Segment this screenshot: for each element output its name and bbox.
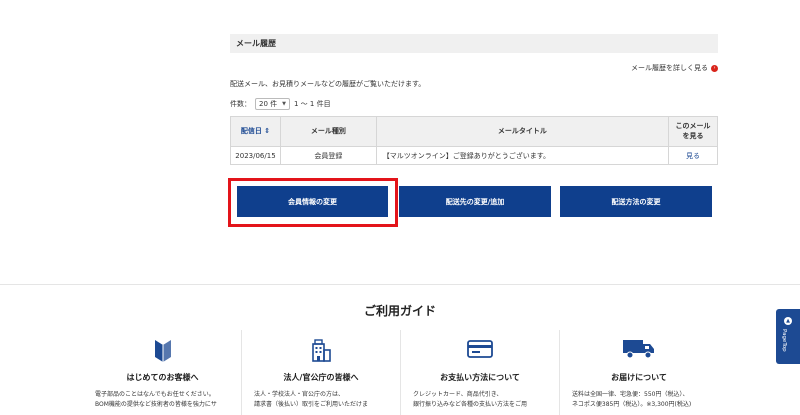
table-row: 2023/06/15 会員登録 【マルツオンライン】ご登録ありがとうございます。… <box>230 146 718 165</box>
row-date: 2023/06/15 <box>230 146 281 165</box>
guide-beginner-text: 電子部品のことはなんでもお任せください。 BOM機能の提供など技術者の皆様を強力… <box>95 390 238 410</box>
mail-history-section: メール履歴 メール履歴を詳しく見る › 配送メール、お見積りメールなどの履歴がご… <box>230 34 718 165</box>
guide-column-payment: お支払い方法について クレジットカード、商品代引き、 銀行振り込みなど各種の支払… <box>400 330 559 415</box>
section-divider <box>0 284 800 285</box>
guide-delivery-text: 送料は全国一律、宅急便：550円（税込）、 ネコポス便385円（税込）。※3,3… <box>572 390 714 410</box>
guide-title: ご利用ガイド <box>363 304 436 318</box>
type-header: メール種別 <box>279 116 377 147</box>
delivery-method-change-button[interactable]: 配送方法の変更 <box>560 186 712 217</box>
mail-history-table: 配信日 ⇕ メール種別 メールタイトル このメール を見る 2023/06/15… <box>230 116 718 165</box>
guide-payment-text: クレジットカード、商品代引き、 銀行振り込みなど各種の支払い方法をご用 <box>413 390 555 410</box>
view-header-line1: このメール <box>675 121 711 130</box>
chevron-down-icon: ▼ <box>282 101 286 107</box>
sort-date-header[interactable]: 配信日 ⇕ <box>230 116 281 147</box>
mail-history-heading: メール履歴 <box>230 34 718 53</box>
count-select[interactable]: 20 件 ▼ <box>255 98 290 110</box>
guide-corporate-title[interactable]: 法人/官公庁の皆様へ <box>242 372 400 383</box>
member-info-change-button[interactable]: 会員情報の変更 <box>237 186 388 217</box>
title-header: メールタイトル <box>375 116 670 147</box>
building-icon[interactable] <box>242 338 400 362</box>
truck-icon[interactable] <box>560 338 718 360</box>
page-top-button[interactable]: ▲ PageTop <box>776 309 800 364</box>
row-title: 【マルツオンライン】ご登録ありがとうございます。 <box>375 146 670 165</box>
count-label: 件数： <box>230 100 251 108</box>
guide-corporate-text: 法人・学校法人・官公庁の方は、 請求書（後払い）取引をご利用いただけま <box>254 390 396 410</box>
range-text: 1 〜 1 件目 <box>294 100 331 108</box>
guide-beginner-line1: 電子部品のことはなんでもお任せください。 <box>95 391 215 398</box>
mail-history-detail-link[interactable]: メール履歴を詳しく見る › <box>631 63 718 73</box>
guide-corporate-line2: 請求書（後払い）取引をご利用いただけま <box>254 401 369 409</box>
arrow-circle-icon: › <box>711 64 718 72</box>
guide-corporate-line1: 法人・学校法人・官公庁の方は、 <box>254 391 345 398</box>
guide-column-delivery: お届けについて 送料は全国一律、宅急便：550円（税込）、 ネコポス便385円（… <box>559 330 718 415</box>
guide-payment-line2: 銀行振り込みなど各種の支払い方法をご用 <box>413 401 528 409</box>
page-top-label: PageTop <box>781 329 787 352</box>
arrow-up-icon: ▲ <box>784 317 792 325</box>
guide-payment-title[interactable]: お支払い方法について <box>401 372 559 383</box>
view-mail-link[interactable]: 見る <box>668 146 718 165</box>
guide-delivery-line2: ネコポス便385円（税込）。※3,300円(税込) <box>572 401 692 409</box>
guide-column-corporate: 法人/官公庁の皆様へ 法人・学校法人・官公庁の方は、 請求書（後払い）取引をご利… <box>241 330 400 415</box>
guide-delivery-line1: 送料は全国一律、宅急便：550円（税込）、 <box>572 391 689 398</box>
count-select-value: 20 件 <box>259 100 278 108</box>
guide-payment-line1: クレジットカード、商品代引き、 <box>413 391 503 398</box>
guide-beginner-title[interactable]: はじめてのお客様へ <box>83 372 242 383</box>
row-type: 会員登録 <box>279 146 377 165</box>
delivery-address-change-button[interactable]: 配送先の変更/追加 <box>399 186 551 217</box>
view-header-line2: を見る <box>682 131 704 140</box>
guide-delivery-title[interactable]: お届けについて <box>560 372 718 383</box>
count-row: 件数： 20 件 ▼ 1 〜 1 件目 <box>230 98 331 110</box>
detail-link-label: メール履歴を詳しく見る <box>631 64 708 72</box>
view-header: このメール を見る <box>668 116 718 147</box>
table-header-row: 配信日 ⇕ メール種別 メールタイトル このメール を見る <box>230 116 718 147</box>
beginner-mark-icon[interactable] <box>83 338 242 364</box>
guide-beginner-line2: BOM機能の提供など技術者の皆様を強力にサ <box>95 401 217 409</box>
credit-card-icon[interactable] <box>401 338 559 360</box>
mail-history-description: 配送メール、お見積りメールなどの履歴がご覧いただけます。 <box>230 80 426 88</box>
guide-column-beginner: はじめてのお客様へ 電子部品のことはなんでもお任せください。 BOM機能の提供な… <box>83 330 242 415</box>
